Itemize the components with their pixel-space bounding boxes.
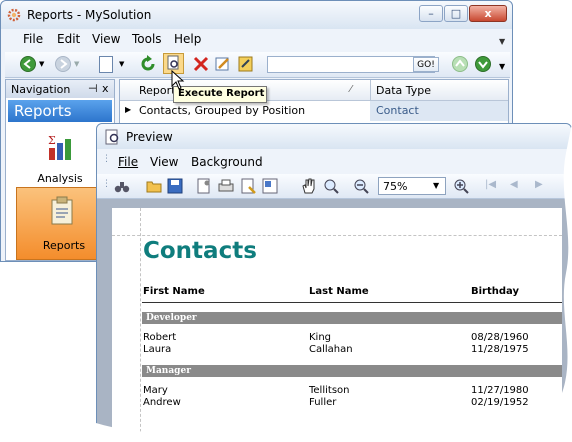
menu-overflow-icon[interactable]: ▼ bbox=[499, 37, 505, 46]
svg-text:Σ: Σ bbox=[48, 134, 56, 147]
move-down-icon[interactable] bbox=[475, 56, 491, 72]
table-row[interactable]: ▶ Contacts, Grouped by Position Contact bbox=[120, 101, 508, 121]
minimize-button[interactable]: – bbox=[419, 5, 443, 22]
search-input[interactable] bbox=[267, 56, 435, 73]
design-report-icon[interactable] bbox=[238, 56, 254, 72]
tooltip: Execute Report bbox=[173, 86, 267, 103]
row-selector-icon: ▶ bbox=[125, 105, 132, 114]
new-document-icon[interactable] bbox=[99, 56, 113, 73]
back-dropdown-icon[interactable]: ▼ bbox=[39, 60, 44, 68]
app-gear-icon bbox=[7, 8, 21, 22]
column-header-data-type[interactable]: Data Type bbox=[376, 84, 431, 97]
forward-dropdown-icon: ▼ bbox=[74, 60, 80, 68]
go-button[interactable]: GO! bbox=[413, 57, 439, 72]
main-toolbar: ▼ ▼ ▼ GO! ▼ bbox=[5, 52, 510, 78]
sort-indicator-icon: ⁄ bbox=[350, 84, 352, 95]
mouse-cursor-icon bbox=[171, 70, 185, 90]
delete-icon[interactable] bbox=[193, 56, 209, 72]
edit-icon[interactable] bbox=[215, 56, 231, 72]
tooltip-text: Execute Report bbox=[178, 88, 265, 99]
navigation-header: Navigation ⊣ x bbox=[6, 80, 114, 98]
main-window-title: Reports - MySolution bbox=[27, 8, 152, 22]
back-icon[interactable] bbox=[20, 56, 36, 72]
forward-icon bbox=[55, 56, 71, 72]
nav-group-header[interactable]: Reports bbox=[8, 100, 112, 122]
new-dropdown-icon[interactable]: ▼ bbox=[119, 60, 124, 68]
clipboard-icon bbox=[51, 196, 73, 225]
pin-icon[interactable]: ⊣ bbox=[88, 82, 98, 95]
main-menu-bar: File Edit View Tools Help ▼ bbox=[1, 29, 512, 51]
nav-group-title: Reports bbox=[14, 102, 72, 120]
menu-tools[interactable]: Tools bbox=[132, 32, 162, 46]
menu-file[interactable]: File bbox=[23, 32, 43, 46]
menu-view[interactable]: View bbox=[92, 32, 120, 46]
cell-report: Contacts, Grouped by Position bbox=[139, 104, 306, 117]
close-panel-icon[interactable]: x bbox=[102, 82, 109, 95]
maximize-button[interactable]: □ bbox=[444, 5, 468, 22]
refresh-icon[interactable] bbox=[139, 55, 157, 73]
cell-data-type-bg: Contact bbox=[370, 101, 508, 121]
menu-edit[interactable]: Edit bbox=[57, 32, 80, 46]
main-title-bar: Reports - MySolution – □ x bbox=[1, 1, 512, 29]
cell-data-type: Contact bbox=[376, 104, 419, 117]
column-divider bbox=[370, 80, 371, 100]
close-window-button[interactable]: x bbox=[469, 5, 507, 22]
torn-edge-overlay bbox=[96, 123, 572, 442]
move-up-icon bbox=[452, 56, 468, 72]
toolbar-overflow-icon[interactable]: ▼ bbox=[499, 62, 505, 71]
navigation-title: Navigation bbox=[11, 83, 71, 96]
menu-help[interactable]: Help bbox=[174, 32, 201, 46]
bar-chart-icon: Σ bbox=[48, 134, 71, 160]
